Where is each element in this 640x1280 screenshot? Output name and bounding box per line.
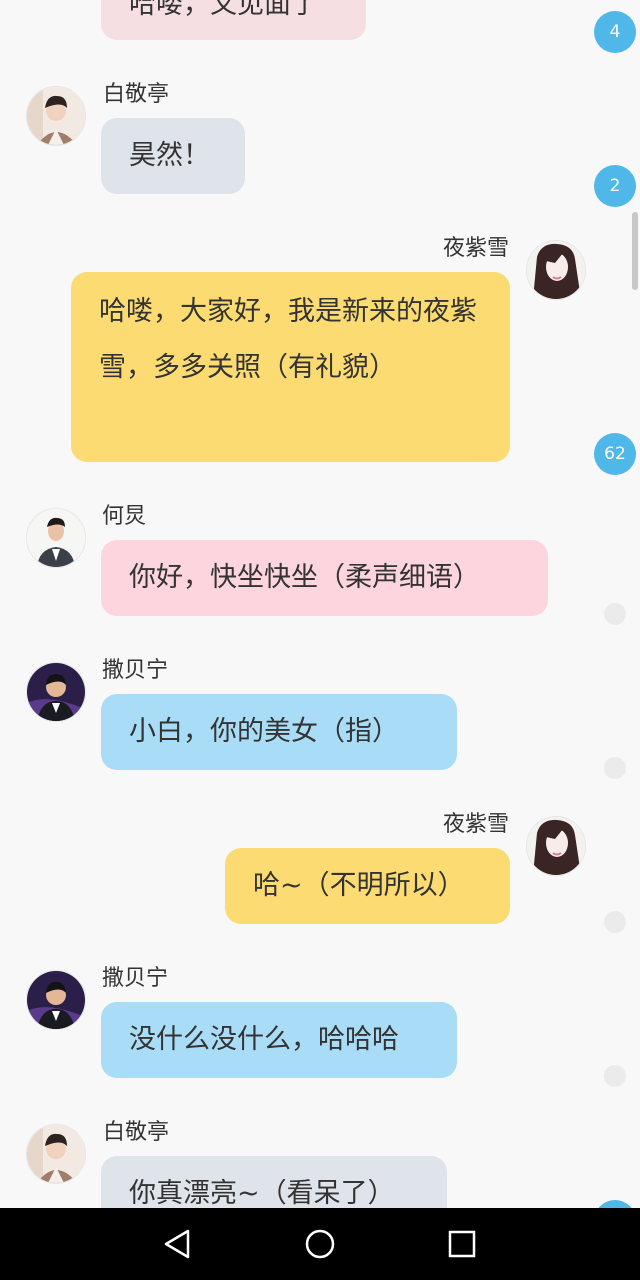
- sender-name: 撒贝宁: [102, 658, 169, 683]
- message-bubble[interactable]: 没什么没什么，哈哈哈: [101, 1002, 457, 1078]
- recents-icon: [448, 1230, 476, 1258]
- navigation-bar: [0, 1208, 640, 1280]
- chat-list[interactable]: 哈喽，又见面了 4 白敬亭 昊然！ 2 夜紫雪 哈喽，大家好，我是新来的夜紫雪，…: [0, 0, 640, 1208]
- status-dot: [604, 1065, 626, 1087]
- user-avatar-icon: [527, 241, 585, 299]
- user-avatar-icon: [27, 1125, 85, 1183]
- message-bubble[interactable]: 哈喽，大家好，我是新来的夜紫雪，多多关照（有礼貌）: [71, 272, 510, 462]
- avatar[interactable]: [26, 86, 86, 146]
- sender-name: 撒贝宁: [102, 966, 169, 991]
- home-icon: [305, 1229, 335, 1259]
- status-dot: [604, 603, 626, 625]
- avatar[interactable]: [26, 662, 86, 722]
- sender-name: 何炅: [102, 504, 147, 529]
- user-avatar-icon: [527, 817, 585, 875]
- home-button[interactable]: [300, 1224, 340, 1264]
- recents-button[interactable]: [442, 1224, 482, 1264]
- message-bubble[interactable]: 哈喽，又见面了: [101, 0, 366, 40]
- message-bubble[interactable]: 小白，你的美女（指）: [101, 694, 457, 770]
- user-avatar-icon: [27, 971, 85, 1029]
- avatar[interactable]: [526, 816, 586, 876]
- sender-name: 夜紫雪: [442, 236, 509, 261]
- unread-count-badge[interactable]: 2: [594, 165, 636, 207]
- scrollbar[interactable]: [632, 212, 638, 290]
- avatar[interactable]: [526, 240, 586, 300]
- message-bubble[interactable]: 昊然！: [101, 118, 245, 194]
- message-bubble[interactable]: 你好，快坐快坐（柔声细语）: [101, 540, 548, 616]
- back-icon: [164, 1229, 190, 1259]
- message-bubble[interactable]: 你真漂亮~（看呆了）: [101, 1156, 447, 1208]
- unread-count-badge[interactable]: 4: [594, 11, 636, 53]
- avatar[interactable]: [26, 1124, 86, 1184]
- avatar[interactable]: [26, 970, 86, 1030]
- avatar[interactable]: [26, 508, 86, 568]
- user-avatar-icon: [27, 87, 85, 145]
- user-avatar-icon: [27, 509, 85, 567]
- status-dot: [604, 757, 626, 779]
- sender-name: 白敬亭: [103, 82, 170, 107]
- back-button[interactable]: [158, 1224, 198, 1264]
- user-avatar-icon: [27, 663, 85, 721]
- unread-count-badge[interactable]: 62: [594, 433, 636, 475]
- sender-name: 白敬亭: [103, 1120, 170, 1145]
- message-bubble[interactable]: 哈~（不明所以）: [225, 848, 510, 924]
- sender-name: 夜紫雪: [442, 812, 509, 837]
- unread-count-badge[interactable]: [594, 1200, 636, 1208]
- status-dot: [604, 911, 626, 933]
